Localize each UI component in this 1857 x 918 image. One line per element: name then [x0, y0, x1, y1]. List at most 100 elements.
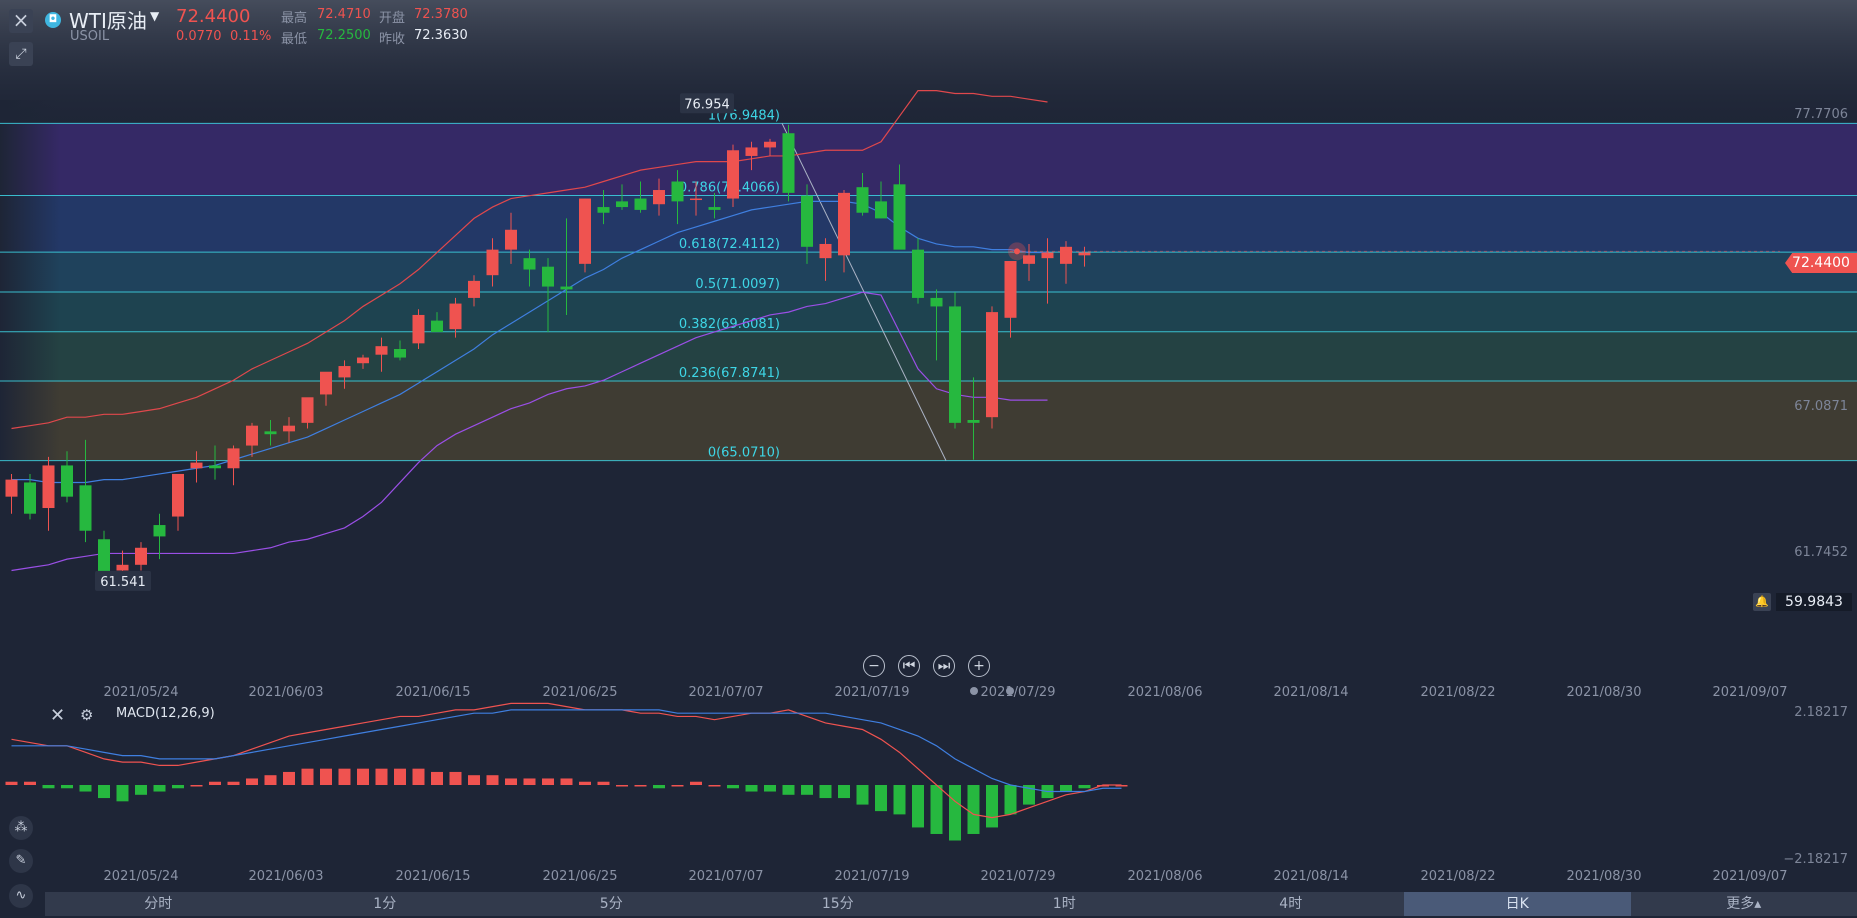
- candle-body: [708, 207, 721, 210]
- macd-date-label: 2021/08/14: [1274, 869, 1349, 884]
- zoom-out-button[interactable]: −: [863, 655, 885, 677]
- candle-body: [135, 547, 147, 565]
- macd-histogram-bar: [912, 785, 924, 828]
- candle-body: [801, 195, 813, 247]
- tab-4h[interactable]: 4时: [1178, 892, 1405, 916]
- macd-histogram-bar: [246, 778, 258, 785]
- tab-minute[interactable]: 分时: [45, 892, 272, 916]
- candle-body: [930, 297, 943, 307]
- current-price-dot: [1014, 248, 1020, 255]
- scroll-end-button[interactable]: ⏭: [933, 655, 955, 677]
- macd-histogram-bar: [209, 781, 221, 785]
- macd-date-label: 2021/09/07: [1713, 869, 1788, 884]
- candle-body: [838, 192, 850, 256]
- tab-1h[interactable]: 1时: [951, 892, 1178, 916]
- macd-histogram-bar: [875, 785, 887, 812]
- tab-daily[interactable]: 日K: [1404, 892, 1631, 916]
- tab-1min[interactable]: 1分: [272, 892, 499, 916]
- fib-label: 0(65.0710): [708, 446, 780, 461]
- macd-histogram-bar: [986, 785, 998, 828]
- price-axis-label: 77.7706: [1794, 107, 1848, 122]
- gear-icon[interactable]: ⚙: [80, 706, 93, 724]
- header-bar: × ⤢ ◘ WTI原油 ▼ USOIL 72.4400 0.0770 0.11%…: [0, 0, 1857, 66]
- tab-more[interactable]: 更多▴: [1631, 892, 1857, 916]
- candle-body: [42, 465, 55, 509]
- macd-date-label: 2021/06/03: [249, 869, 324, 884]
- low-label: 最低: [281, 32, 308, 47]
- date-axis-label: 2021/06/25: [543, 685, 618, 700]
- draw-tool-icon[interactable]: ⤢: [9, 42, 33, 66]
- open-label: 开盘: [379, 11, 406, 26]
- candle-body: [875, 201, 887, 219]
- date-axis-label: 2021/06/03: [249, 685, 324, 700]
- macd-histogram-bar: [5, 781, 18, 785]
- candle-body: [542, 266, 554, 287]
- prev-close-value: 72.3630: [414, 28, 468, 43]
- candle-body: [116, 564, 129, 571]
- chart-svg[interactable]: 1(76.9484)0.786(74.4066)0.618(72.4112)0.…: [0, 0, 1857, 918]
- fib-label: 0.5(71.0097): [695, 277, 780, 292]
- macd-histogram-bar: [782, 785, 795, 795]
- indicator-icon[interactable]: ⁂: [9, 816, 33, 840]
- macd-histogram-bar: [708, 785, 721, 787]
- macd-histogram-bar: [79, 785, 92, 792]
- tab-5min[interactable]: 5分: [498, 892, 725, 916]
- candle-body: [449, 303, 462, 330]
- symbol-code: USOIL: [70, 29, 110, 44]
- macd-histogram-bar: [227, 781, 240, 785]
- macd-histogram-bar: [542, 778, 554, 785]
- macd-date-label: 2021/06/25: [543, 869, 618, 884]
- macd-histogram-bar: [930, 785, 943, 834]
- fib-label: 0.382(69.6081): [679, 317, 780, 332]
- zoom-in-button[interactable]: +: [968, 655, 990, 677]
- macd-axis-top: 2.18217: [1794, 705, 1848, 720]
- macd-histogram-bar: [653, 785, 665, 789]
- candle-body: [912, 249, 924, 298]
- macd-histogram-bar: [283, 771, 295, 785]
- candle-body: [190, 462, 203, 469]
- pencil-icon[interactable]: ✎: [9, 849, 33, 873]
- macd-title: MACD(12,26,9): [116, 706, 215, 721]
- macd-histogram-bar: [764, 785, 776, 792]
- close-icon[interactable]: ✕: [50, 705, 65, 726]
- candle-body: [264, 431, 277, 435]
- fib-label: 0.236(67.8741): [679, 366, 780, 381]
- candle-body: [819, 243, 832, 259]
- candle-body: [949, 306, 961, 423]
- macd-histogram-bar: [634, 785, 647, 787]
- macd-histogram-bar: [486, 775, 499, 785]
- alert-price[interactable]: 59.9843: [1776, 593, 1852, 611]
- tab-15min[interactable]: 15分: [725, 892, 952, 916]
- symbol-icon: ◘: [45, 12, 61, 28]
- date-axis-label: 2021/08/30: [1567, 685, 1642, 700]
- date-axis-label: 2021/07/19: [835, 685, 910, 700]
- trend-icon[interactable]: ∿: [9, 884, 33, 908]
- macd-histogram-bar: [560, 778, 573, 785]
- candle-body: [653, 190, 665, 205]
- fib-band: [0, 195, 1857, 253]
- macd-histogram-bar: [172, 785, 184, 789]
- chevron-down-icon[interactable]: ▼: [150, 9, 159, 23]
- macd-histogram-bar: [1078, 785, 1091, 789]
- macd-axis-bottom: −2.18217: [1783, 852, 1848, 867]
- macd-histogram-bar: [819, 785, 832, 799]
- candle-body: [227, 448, 240, 469]
- bell-icon[interactable]: 🔔: [1753, 593, 1771, 611]
- candle-body: [560, 286, 573, 290]
- scroll-start-button[interactable]: ⏮: [898, 655, 920, 677]
- close-icon[interactable]: ×: [9, 9, 33, 33]
- date-axis-label: 2021/07/29: [981, 685, 1056, 700]
- candle-body: [153, 525, 166, 537]
- candle-body: [431, 320, 443, 332]
- current-price-tag: 72.4400: [1785, 253, 1857, 273]
- candle-body: [338, 366, 351, 378]
- left-fade: [0, 100, 60, 500]
- candle-body: [1041, 252, 1054, 259]
- candle-body: [967, 420, 980, 423]
- fib-band: [0, 291, 1857, 332]
- scroll-marker: [1006, 687, 1014, 695]
- candle-body: [1023, 255, 1035, 264]
- macd-histogram-bar: [98, 785, 110, 799]
- macd-histogram-bar: [949, 785, 961, 841]
- last-price: 72.4400: [176, 6, 251, 27]
